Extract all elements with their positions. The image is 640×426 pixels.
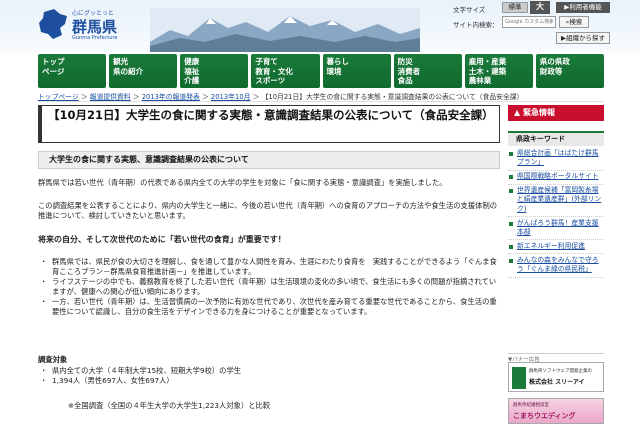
gunma-map-icon — [39, 9, 67, 39]
list-item: 1,394人（男性697人、女性697人） — [38, 376, 500, 386]
banner1-caption: 群馬県ソフトウェア開発企業の — [529, 369, 592, 374]
keyword-link[interactable]: 世界遺産候補「富岡製糸場と絹産業遺産群」(外部リンク) — [508, 186, 604, 218]
nav-item[interactable]: 雇用・産業 土木・建築 農林業 — [464, 54, 533, 88]
keyword-list: 県総合計画「はばたけ群馬プラン」 県国際戦略ポータルサイト 世界遺産候補「富岡製… — [508, 149, 604, 279]
breadcrumb-link[interactable]: 報道提供資料 — [90, 93, 131, 101]
org-search-button[interactable]: ▶組織から探す — [556, 32, 610, 44]
mountain-banner-image — [150, 8, 420, 52]
survey-target-label: 調査対象 — [38, 355, 68, 364]
font-size-label: 文字サイズ — [453, 6, 486, 14]
purpose-paragraph: この調査結果を公表することにより、県内の大学生と一緒に、今後の若い世代（青年期）… — [38, 201, 498, 220]
survey-target-list: 県内全ての大学（４年制大学15校、短期大学9校）の学生 1,394人（男性697… — [38, 366, 500, 386]
site-search-label: サイト内検索： — [453, 21, 499, 29]
banner2-title: こまちウエディング — [513, 412, 576, 420]
nav-item[interactable]: 子育て 教育・文化 スポーツ — [251, 54, 320, 88]
background-bullets: 群馬県では、県民が食の大切さを理解し、食を通して豊かな人間性を育み、生涯にわたり… — [38, 257, 500, 317]
keyword-link[interactable]: 県総合計画「はばたけ群馬プラン」 — [508, 149, 604, 171]
page-title: 【10月21日】大学生の食に関する実態・意識調査結果の公表について（食品安全課） — [38, 105, 500, 143]
global-nav: トップ ページ 観光 県の紹介 健康 福祉 介護 子育て 教育・文化 スポーツ 暮らし … — [38, 54, 604, 88]
breadcrumb-link[interactable]: 2013年の報道発表 — [142, 93, 200, 101]
list-item: 群馬県では、県民が食の大切さを理解し、食を通して豊かな人間性を育み、生涯にわたり… — [38, 257, 500, 277]
breadcrumb-separator: ＞ — [250, 93, 262, 101]
logo-english: Gunma Prefecture — [72, 35, 118, 41]
emphasis-line: 将来の自分、そして次世代のために「若い世代の食育」が重要です！ — [38, 235, 286, 244]
list-item: ライフステージの中でも、義務教育を終了した若い世代（青年期）は生活環境の変化の多… — [38, 277, 500, 297]
urgent-info-button[interactable]: ▲ 緊急情報 — [508, 105, 604, 121]
logo-name: 群馬県 — [72, 18, 118, 36]
breadcrumb-separator: ＞ — [199, 93, 211, 101]
section-heading: 大学生の食に関する実態、意識調査結果の公表について — [38, 151, 500, 169]
breadcrumb-link[interactable]: 2013年10月 — [211, 93, 251, 101]
nav-item[interactable]: トップ ページ — [38, 54, 107, 88]
right-sidebar: ▲ 緊急情報 県政キーワード 県総合計画「はばたけ群馬プラン」 県国際戦略ポータ… — [508, 105, 604, 426]
breadcrumb-link[interactable]: トップページ — [38, 93, 79, 101]
search-button-label: 検索 — [569, 18, 583, 26]
nav-item[interactable]: 暮らし 環境 — [322, 54, 391, 88]
banner-ad-wedding[interactable]: 群馬県結婚相談室 こまちウエディング — [508, 398, 604, 424]
keyword-link[interactable]: がんばろう群馬！産業支援本部 — [508, 219, 604, 241]
keyword-heading: 県政キーワード — [508, 131, 604, 146]
breadcrumb-separator: ＞ — [78, 93, 90, 101]
breadcrumb-divider — [38, 101, 604, 102]
keyword-link[interactable]: 新エネルギー利用促進 — [508, 242, 604, 255]
org-search-label: 組織から探す — [566, 34, 605, 42]
nav-item[interactable]: 防災 消費者 食品 — [393, 54, 462, 88]
font-large-button[interactable]: 大 — [530, 1, 550, 14]
keyword-link[interactable]: みんなの森をみんなで守ろう「ぐんま緑の県民税」 — [508, 256, 604, 278]
banner-ad-threei[interactable]: 群馬県ソフトウェア開発企業の 株式会社 スリーアイ — [508, 362, 604, 392]
comparison-note: ※全国調査（全国の４年生大学の大学生1,223人対象）と比較 — [68, 401, 271, 410]
breadcrumb-current: 【10月21日】大学生の食に関する実態・意識調査結果の公表について（食品安全課） — [261, 93, 524, 101]
banner2-caption: 群馬県結婚相談室 — [513, 403, 549, 408]
user-functions-button[interactable]: ▶利用者機能 — [556, 2, 610, 13]
breadcrumb-separator: ＞ — [130, 93, 142, 101]
site-logo[interactable]: 心にグッとっと 群馬県 Gunma Prefecture — [38, 6, 148, 46]
keyword-link[interactable]: 県国際戦略ポータルサイト — [508, 172, 604, 185]
list-item: 県内全ての大学（４年制大学15校、短期大学9校）の学生 — [38, 366, 500, 376]
main-content: 【10月21日】大学生の食に関する実態・意識調査結果の公表について（食品安全課）… — [38, 105, 500, 426]
company-logo-icon — [512, 367, 526, 389]
site-header: 心にグッとっと 群馬県 Gunma Prefecture 文字サイズ 標準 大 … — [0, 0, 640, 52]
nav-item[interactable]: 県の県政 財政等 — [535, 54, 604, 88]
banner1-title: 株式会社 スリーアイ — [529, 379, 585, 386]
list-item: 一方、若い世代（青年期）は、生活習慣病の一次予防に有効な世代であり、次世代を産み… — [38, 297, 500, 317]
intro-paragraph: 群馬県では若い世代（青年期）の代表である県内全ての大学の学生を対象に「食に関する… — [38, 178, 447, 187]
breadcrumb: トップページ ＞ 報道提供資料 ＞ 2013年の報道発表 ＞ 2013年10月 … — [38, 91, 604, 101]
search-button[interactable]: ⌕検索 — [559, 16, 589, 28]
font-standard-button[interactable]: 標準 — [502, 2, 528, 13]
nav-item[interactable]: 健康 福祉 介護 — [180, 54, 249, 88]
nav-item[interactable]: 観光 県の紹介 — [109, 54, 178, 88]
urgent-info-label: 緊急情報 — [522, 108, 555, 117]
emergency-icon: ▲ — [514, 108, 521, 117]
search-input[interactable] — [502, 16, 556, 28]
